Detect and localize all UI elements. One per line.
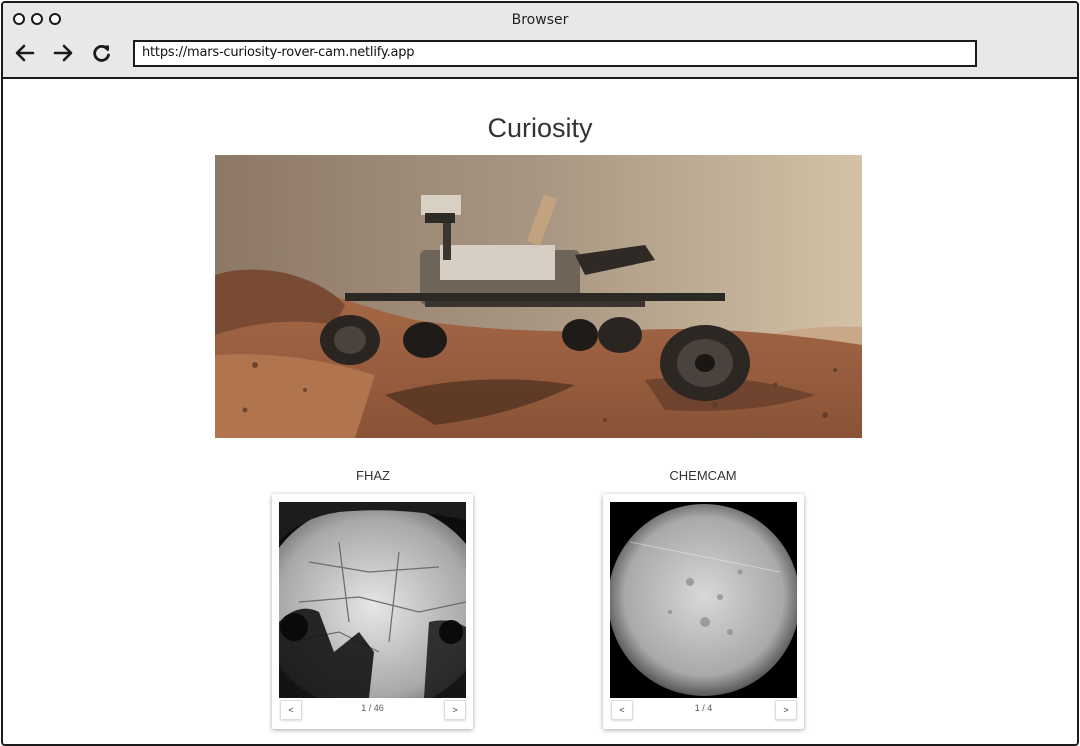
browser-window: Browser https://mars-curiosity-rover-cam… — [1, 1, 1079, 746]
chemcam-next-button[interactable]: > — [775, 700, 797, 720]
fhaz-pager: 1 / 46 — [361, 703, 384, 713]
forward-button[interactable] — [51, 41, 75, 65]
reload-button[interactable] — [90, 41, 114, 65]
rover-photo — [215, 155, 862, 438]
page-content: Curiosity FHAZ < 1 / 46 > CHEMCAM < 1 / … — [3, 79, 1077, 744]
reload-icon — [93, 45, 110, 62]
back-button[interactable] — [13, 41, 37, 65]
fhaz-next-button[interactable]: > — [444, 700, 466, 720]
window-title: Browser — [511, 12, 569, 28]
fhaz-photo — [279, 502, 466, 698]
chemcam-photo — [610, 502, 797, 698]
camera-label-fhaz: FHAZ — [356, 468, 390, 483]
browser-chrome: Browser https://mars-curiosity-rover-cam… — [3, 3, 1077, 79]
page-title: Curiosity — [487, 113, 593, 143]
arrow-right-icon — [53, 44, 73, 62]
url-bar[interactable]: https://mars-curiosity-rover-cam.netlify… — [133, 40, 977, 67]
chemcam-pager: 1 / 4 — [694, 703, 713, 713]
rover-hero-image — [215, 155, 862, 438]
camera-card-fhaz: < 1 / 46 > — [272, 494, 473, 729]
arrow-left-icon — [15, 44, 35, 62]
camera-label-chemcam: CHEMCAM — [669, 468, 737, 483]
camera-card-chemcam: < 1 / 4 > — [603, 494, 804, 729]
